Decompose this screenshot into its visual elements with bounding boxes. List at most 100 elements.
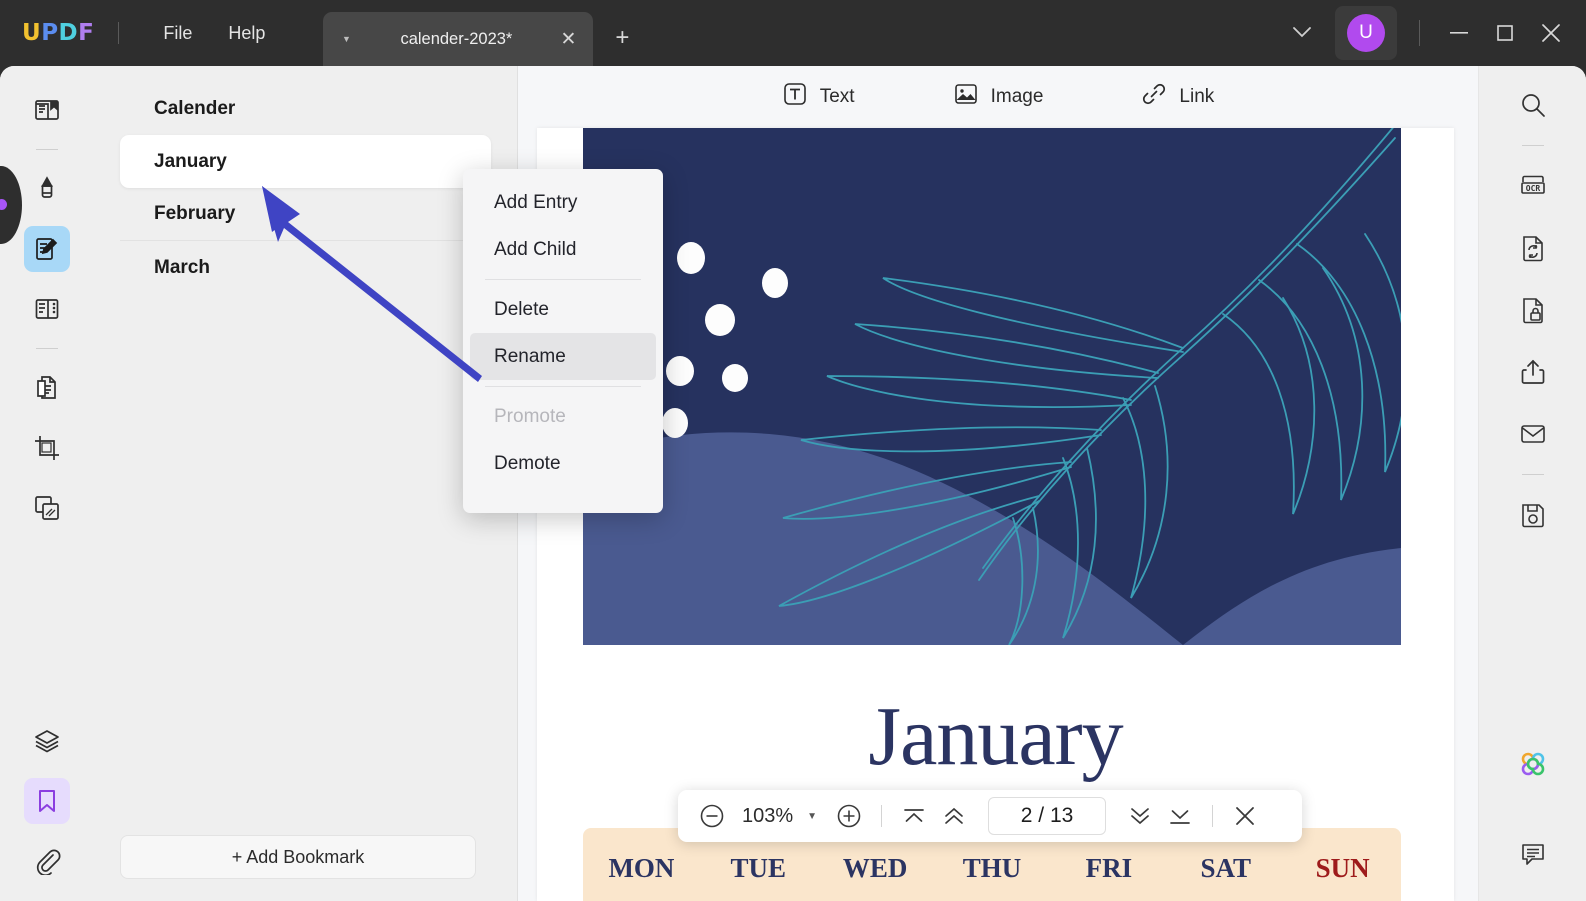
day-header-thu: THU <box>962 853 1022 883</box>
context-menu-item-promote: Promote <box>494 405 566 427</box>
account-button[interactable]: U <box>1335 6 1397 60</box>
bookmark-label: March <box>154 256 210 278</box>
bookmark-context-menu: Add Entry Add Child Delete Rename Promot… <box>463 169 663 513</box>
image-icon <box>953 81 979 113</box>
ocr-icon[interactable]: OCR <box>1510 163 1556 209</box>
window-controls-divider <box>1419 20 1420 46</box>
text-box-icon <box>782 81 808 113</box>
tab-title: calender-2023* <box>400 29 513 48</box>
bookmark-panel: Calender January February March + Add Bo… <box>94 66 518 901</box>
comment-icon[interactable] <box>1510 831 1556 877</box>
zoom-in-button[interactable] <box>829 796 869 836</box>
sidebar-item-layers[interactable] <box>24 718 70 764</box>
tab-strip: ▼ calender-2023* ✕ + <box>323 0 629 66</box>
protect-icon[interactable] <box>1510 287 1556 333</box>
sidebar-item-attachment[interactable] <box>24 838 70 884</box>
context-menu-separator-1 <box>485 279 641 280</box>
titlebar-divider <box>118 22 120 44</box>
new-tab-button[interactable]: + <box>615 24 629 52</box>
bookmark-label: February <box>154 203 236 224</box>
close-button[interactable] <box>1528 0 1574 66</box>
sidebar-item-bookmark[interactable] <box>24 778 70 824</box>
add-image-button[interactable]: Image <box>943 75 1054 119</box>
sidebar-item-organize-pages[interactable] <box>24 286 70 332</box>
context-menu-item-delete[interactable]: Delete <box>470 286 656 333</box>
right-rail-separator-2 <box>1521 474 1544 475</box>
sidebar-item-comment[interactable] <box>24 166 70 212</box>
context-menu-item-rename[interactable]: Rename <box>470 333 656 380</box>
sidebar-item-batch[interactable] <box>24 485 70 531</box>
app-shell: Calender January February March + Add Bo… <box>0 66 1586 901</box>
sidebar-item-crop-page[interactable] <box>24 425 70 471</box>
avatar: U <box>1347 14 1385 52</box>
bookmark-item-january[interactable]: January <box>120 135 491 188</box>
zoom-level-label[interactable]: 103% <box>732 805 803 828</box>
tab-close-icon[interactable]: ✕ <box>555 28 581 51</box>
logo-letter-d: D <box>58 20 79 46</box>
bookmark-item-march[interactable]: March <box>120 241 491 294</box>
day-header-fri: FRI <box>1085 853 1133 883</box>
zoom-toolbar: 103% ▼ 2 / 13 <box>678 790 1302 842</box>
zoom-toolbar-divider-1 <box>881 805 883 827</box>
context-menu-item-demote[interactable]: Demote <box>470 440 656 487</box>
add-link-label: Link <box>1179 86 1215 107</box>
menu-file[interactable]: File <box>145 17 210 50</box>
left-tool-rail <box>0 66 94 901</box>
save-icon[interactable] <box>1510 492 1556 538</box>
last-page-button[interactable] <box>1160 796 1200 836</box>
context-menu-item-add-child[interactable]: Add Child <box>470 226 656 273</box>
sidebar-item-reader[interactable] <box>24 87 70 133</box>
logo-letter-u: U <box>22 20 42 46</box>
bookmark-label: January <box>154 150 227 172</box>
previous-page-button[interactable] <box>934 796 974 836</box>
share-icon[interactable] <box>1510 349 1556 395</box>
sidebar-item-convert-pdf[interactable] <box>24 365 70 411</box>
day-header-mon: MON <box>608 853 675 883</box>
menu-help[interactable]: Help <box>210 17 283 50</box>
link-icon <box>1141 81 1167 113</box>
zoom-out-button[interactable] <box>692 796 732 836</box>
bookmark-item-calender[interactable]: Calender <box>120 82 491 135</box>
add-link-button[interactable]: Link <box>1131 75 1224 119</box>
title-bar: UPDF File Help ▼ calender-2023* ✕ + U <box>0 0 1586 66</box>
collapse-handle-dot <box>0 199 7 210</box>
bookmark-item-february[interactable]: February <box>120 188 491 241</box>
pdf-page[interactable]: January MON TUE WED THU FRI SAT SUN <box>537 128 1454 901</box>
day-header-sat: SAT <box>1200 853 1251 883</box>
page-number-input[interactable]: 2 / 13 <box>988 797 1107 835</box>
ai-assistant-icon[interactable] <box>1510 743 1556 789</box>
bookmark-panel-header <box>94 66 517 82</box>
day-header-tue: TUE <box>730 853 787 883</box>
close-zoom-toolbar-button[interactable] <box>1225 796 1265 836</box>
zoom-toolbar-divider-2 <box>1212 805 1214 827</box>
edit-toolbar: Text Image Link <box>518 66 1478 128</box>
svg-text:OCR: OCR <box>1525 184 1540 193</box>
minimize-button[interactable] <box>1436 0 1482 66</box>
titlebar-chevron-down-icon[interactable] <box>1275 15 1329 52</box>
updf-window: UPDF File Help ▼ calender-2023* ✕ + U Ca… <box>0 0 1586 901</box>
document-tab[interactable]: ▼ calender-2023* ✕ <box>323 12 594 66</box>
day-header-wed: WED <box>842 853 908 883</box>
sidebar-item-edit-pdf[interactable] <box>24 226 70 272</box>
hero-artwork <box>583 128 1401 645</box>
convert-icon[interactable] <box>1510 225 1556 271</box>
panel-collapse-handle[interactable] <box>0 166 22 244</box>
add-bookmark-button[interactable]: + Add Bookmark <box>120 835 476 879</box>
zoom-dropdown-icon[interactable]: ▼ <box>803 811 829 822</box>
maximize-button[interactable] <box>1482 0 1528 66</box>
add-image-label: Image <box>990 86 1044 107</box>
add-text-button[interactable]: Text <box>772 75 865 119</box>
search-icon[interactable] <box>1510 82 1556 128</box>
context-menu-item-add-entry[interactable]: Add Entry <box>470 179 656 226</box>
logo-letter-f: F <box>78 20 95 46</box>
rail-separator-2 <box>36 348 58 349</box>
first-page-button[interactable] <box>894 796 934 836</box>
day-header-sun: SUN <box>1315 853 1370 883</box>
email-icon[interactable] <box>1510 411 1556 457</box>
rail-separator-1 <box>36 149 58 150</box>
right-rail-separator-1 <box>1521 145 1544 146</box>
next-page-button[interactable] <box>1120 796 1160 836</box>
tab-dropdown-icon[interactable]: ▼ <box>335 34 357 44</box>
add-text-label: Text <box>819 86 855 107</box>
logo-letter-p: P <box>41 20 59 46</box>
